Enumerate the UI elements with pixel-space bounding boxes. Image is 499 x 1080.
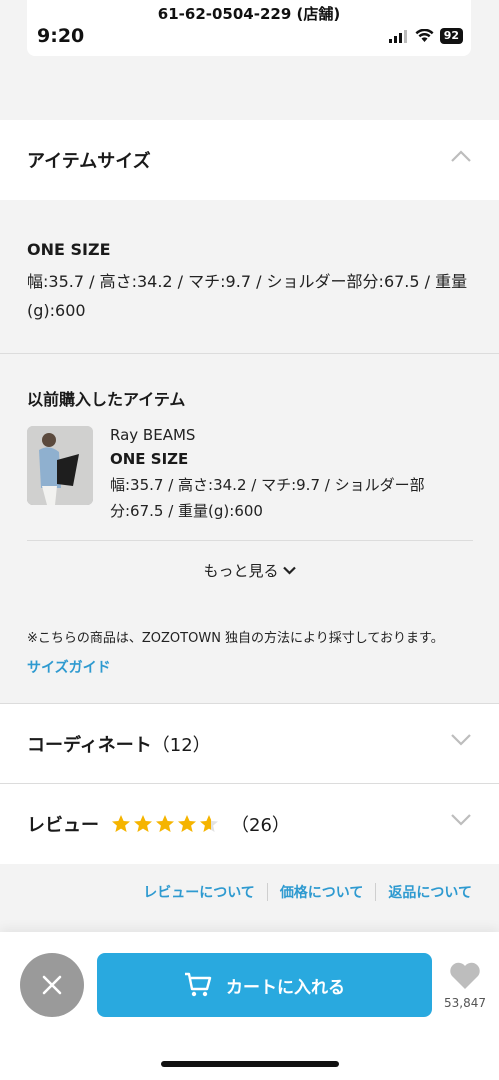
previous-item-detail-line1: 幅:35.7 / 高さ:34.2 / マチ:9.7 / ショルダー部 [110, 476, 425, 494]
close-icon [42, 975, 62, 995]
review-policy-link[interactable]: レビューについて [143, 882, 255, 902]
link-separator [375, 883, 377, 901]
store-phone[interactable]: 61-62-0504-229 (店舗) [27, 3, 471, 24]
star-icon [178, 815, 196, 832]
bottom-action-bar: カートに入れる 53,847 [0, 932, 499, 1080]
chevron-down-icon [282, 566, 296, 575]
star-icon [156, 815, 174, 832]
coordinate-label: コーディネート [27, 735, 152, 756]
price-policy-link[interactable]: 価格について [280, 882, 364, 902]
coordinate-count: （12） [151, 735, 211, 756]
link-separator [266, 883, 268, 901]
policy-links: レビューについて 価格について 返品について [143, 882, 472, 902]
return-policy-link[interactable]: 返品について [388, 882, 472, 902]
home-indicator [161, 1061, 339, 1067]
size-detail-line2: (g):600 [27, 301, 86, 320]
review-stars [111, 814, 219, 834]
cart-icon [185, 972, 212, 997]
item-size-block: ONE SIZE 幅:35.7 / 高さ:34.2 / マチ:9.7 / ショル… [27, 240, 477, 325]
review-title: レビュー [27, 815, 99, 836]
system-icons: 92 [388, 28, 463, 44]
signal-icon [388, 29, 407, 43]
previous-item-detail-line2: 分:67.5 / 重量(g):600 [110, 502, 263, 520]
show-more-label: もっと見る [203, 562, 279, 580]
heart-icon [450, 962, 480, 989]
status-bar: 61-62-0504-229 (店舗) 9:20 92 [27, 0, 471, 56]
divider [27, 540, 473, 541]
measurement-note: ※こちらの商品は、ZOZOTOWN 独自の方法により採寸しております。 [27, 631, 444, 646]
chevron-down-icon [451, 814, 471, 826]
item-size-title: アイテムサイズ [27, 151, 151, 172]
size-detail-line1: 幅:35.7 / 高さ:34.2 / マチ:9.7 / ショルダー部分:67.5… [27, 272, 468, 291]
previous-item-size: ONE SIZE [110, 450, 189, 468]
star-icon [112, 815, 130, 832]
chevron-up-icon [451, 150, 471, 162]
coordinate-title: コーディネート（12） [27, 731, 211, 757]
battery-indicator: 92 [439, 28, 463, 44]
product-photo [27, 426, 93, 505]
previous-item-thumbnail[interactable] [27, 426, 93, 505]
add-to-cart-button[interactable]: カートに入れる [97, 953, 432, 1017]
review-header[interactable]: レビュー （26） [0, 784, 499, 864]
coordinate-header[interactable]: コーディネート（12） [0, 704, 499, 784]
previous-item-info: Ray BEAMS ONE SIZE 幅:35.7 / 高さ:34.2 / マチ… [110, 426, 440, 524]
star-icon [200, 815, 218, 832]
chevron-down-icon [451, 734, 471, 746]
size-name: ONE SIZE [27, 240, 111, 259]
item-size-header[interactable]: アイテムサイズ [0, 120, 499, 200]
star-icon [134, 815, 152, 832]
review-count: （26） [231, 815, 290, 836]
previous-item-brand: Ray BEAMS [110, 426, 196, 444]
previous-items-title: 以前購入したアイテム [27, 390, 186, 409]
close-button[interactable] [20, 953, 84, 1017]
divider [0, 353, 499, 354]
wifi-icon [415, 29, 434, 42]
favorite-count: 53,847 [444, 996, 486, 1010]
review-row: レビュー （26） [27, 811, 290, 837]
clock: 9:20 [37, 25, 85, 47]
add-to-cart-label: カートに入れる [226, 977, 345, 998]
show-more-link[interactable]: もっと見る [0, 560, 499, 581]
favorite-button[interactable]: 53,847 [440, 962, 490, 1010]
size-guide-link[interactable]: サイズガイド [27, 657, 111, 677]
